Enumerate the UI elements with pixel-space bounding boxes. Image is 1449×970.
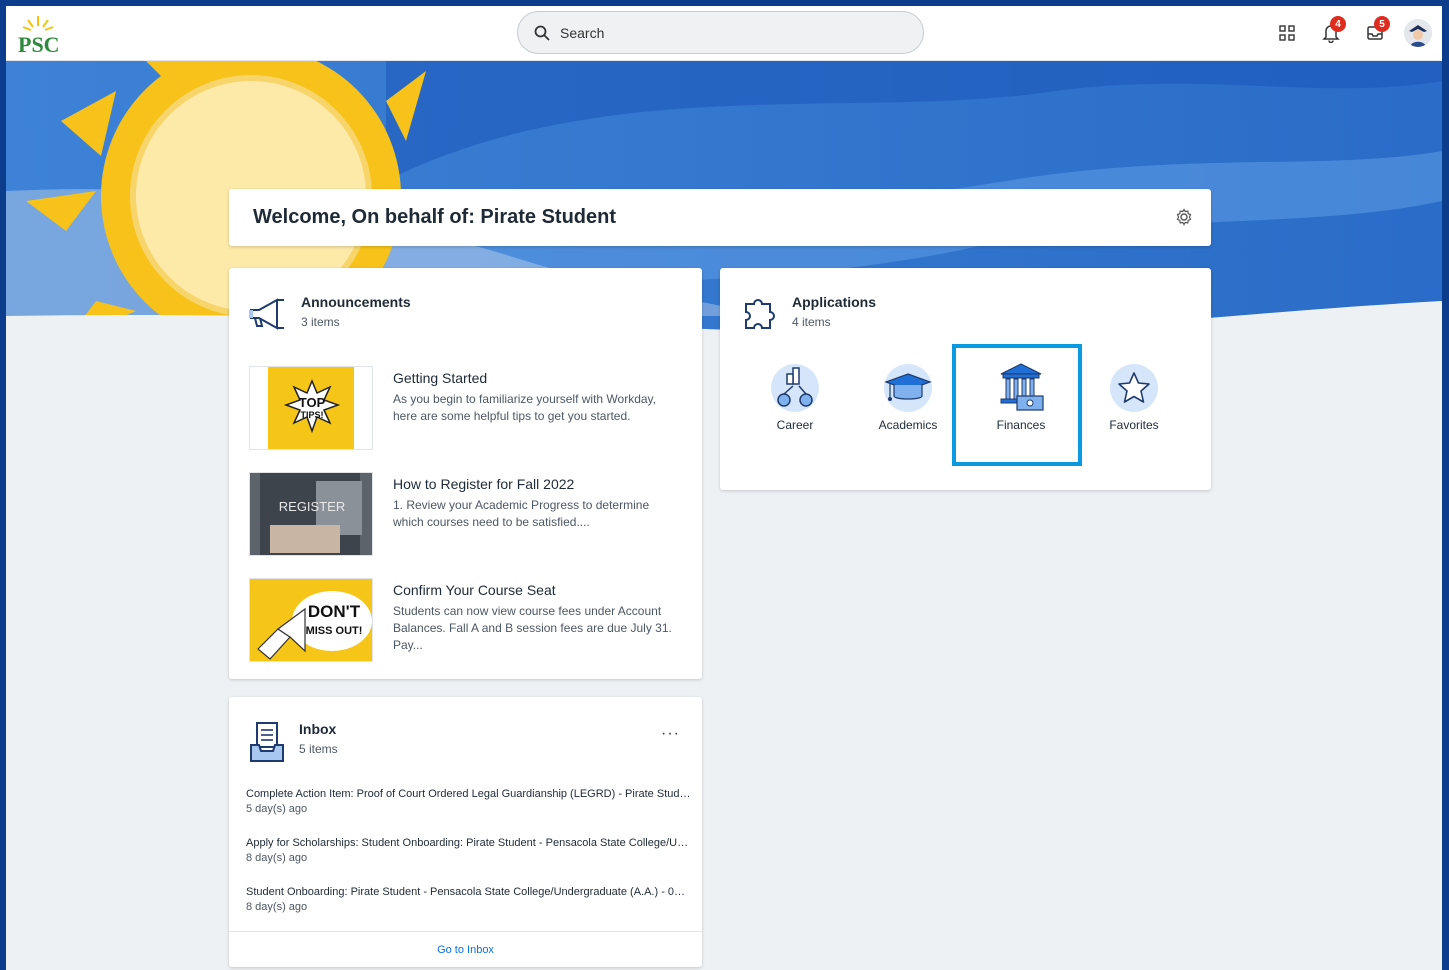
announcement-item[interactable]: REGISTER How to Register for Fall 2022 1…: [249, 472, 679, 556]
finances-highlight-box: [952, 344, 1082, 466]
notifications-button[interactable]: 4: [1316, 16, 1346, 50]
app-tile-favorites[interactable]: Favorites: [1079, 364, 1189, 454]
logo-text: PSC: [18, 32, 60, 56]
announcement-description: 1. Review your Academic Progress to dete…: [393, 498, 650, 529]
avatar[interactable]: [1404, 19, 1432, 47]
inbox-button[interactable]: 5: [1360, 16, 1390, 50]
more-options-button[interactable]: ···: [661, 725, 680, 743]
gear-icon: [1176, 208, 1192, 226]
thumb-register-text: REGISTER: [279, 499, 345, 514]
inbox-item-age: 5 day(s) ago: [246, 803, 308, 815]
announcement-item[interactable]: DON'T MISS OUT! Confirm Your Course Seat…: [249, 578, 679, 662]
notifications-badge: 4: [1330, 16, 1346, 32]
inbox-footer: Go to Inbox: [229, 931, 702, 967]
inbox-item-title[interactable]: Student Onboarding: Pirate Student - Pen…: [246, 886, 691, 898]
inbox-item-title[interactable]: Complete Action Item: Proof of Court Ord…: [246, 788, 691, 800]
announcement-description: Students can now view course fees under …: [393, 604, 672, 652]
apps-grid-icon: [1279, 25, 1295, 41]
search-placeholder: Search: [560, 24, 605, 41]
inbox-item[interactable]: Student Onboarding: Pirate Student - Pen…: [246, 886, 691, 913]
app-label: Career: [776, 418, 814, 432]
announcement-thumbnail: TOP TIPS!: [249, 366, 373, 450]
inbox-card: Inbox 5 items ··· Complete Action Item: …: [229, 697, 702, 967]
announcements-card: Announcements 3 items TOP TIPS! Getting …: [229, 268, 702, 679]
inbox-stack-icon: [250, 722, 284, 762]
inbox-item[interactable]: Apply for Scholarships: Student Onboardi…: [246, 837, 691, 864]
settings-button[interactable]: [1175, 208, 1193, 231]
applications-count: 4 items: [792, 315, 831, 329]
inbox-item[interactable]: Complete Action Item: Proof of Court Ord…: [246, 788, 691, 815]
page-title: Welcome, On behalf of: Pirate Student: [253, 206, 617, 228]
app-tile-career[interactable]: Career: [740, 364, 850, 454]
puzzle-icon: [745, 299, 775, 329]
announcements-title: Announcements: [301, 294, 411, 310]
applications-card: Applications 4 items Career Academics Fi…: [720, 268, 1211, 490]
applications-title: Applications: [792, 294, 877, 310]
app-frame: PSC Search 4 5 Welcome, On behalf of: Pi…: [6, 6, 1442, 970]
announcements-count: 3 items: [301, 315, 340, 329]
thumb-tips-text: TIPS!: [300, 410, 323, 420]
announcement-thumbnail: REGISTER: [249, 472, 373, 556]
app-tile-academics[interactable]: Academics: [853, 364, 963, 454]
search-icon: [534, 25, 550, 41]
announcement-description: As you begin to familiarize yourself wit…: [393, 392, 656, 423]
psc-logo[interactable]: PSC: [16, 12, 60, 57]
announcement-thumbnail: DON'T MISS OUT!: [249, 578, 373, 662]
career-icon: [777, 367, 813, 407]
app-label: Favorites: [1109, 418, 1159, 432]
inbox-item-age: 8 day(s) ago: [246, 901, 308, 913]
go-to-inbox-link[interactable]: Go to Inbox: [437, 944, 494, 956]
megaphone-icon: [249, 298, 284, 330]
announcement-title[interactable]: How to Register for Fall 2022: [393, 476, 683, 492]
graduation-cap-icon: [884, 373, 932, 401]
top-bar: PSC Search 4 5: [6, 6, 1442, 61]
inbox-count: 5 items: [299, 742, 338, 756]
thumb-top-text: TOP: [299, 395, 326, 410]
apps-grid-button[interactable]: [1272, 16, 1302, 50]
announcement-title[interactable]: Getting Started: [393, 370, 683, 386]
app-label: Academics: [878, 418, 938, 432]
inbox-badge: 5: [1374, 16, 1390, 32]
search-bar[interactable]: Search: [517, 11, 924, 54]
announcement-title[interactable]: Confirm Your Course Seat: [393, 582, 683, 598]
inbox-title: Inbox: [299, 721, 337, 737]
inbox-item-age: 8 day(s) ago: [246, 852, 308, 864]
thumb-missout-text: MISS OUT!: [306, 625, 363, 637]
inbox-item-title[interactable]: Apply for Scholarships: Student Onboardi…: [246, 837, 691, 849]
thumb-dont-text: DON'T: [308, 602, 361, 621]
announcement-item[interactable]: TOP TIPS! Getting Started As you begin t…: [249, 366, 679, 450]
welcome-card: Welcome, On behalf of: Pirate Student: [229, 189, 1211, 246]
star-icon: [1118, 372, 1150, 403]
